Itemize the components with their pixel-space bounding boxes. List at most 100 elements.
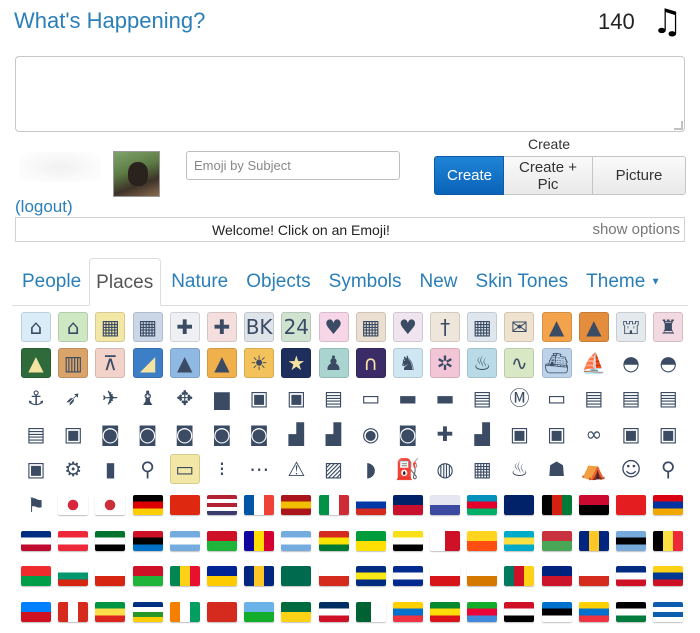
- emoji-anchor-icon[interactable]: ⚓: [21, 383, 51, 414]
- tab-people[interactable]: People: [12, 271, 89, 305]
- emoji-monorail-icon[interactable]: ▭: [541, 383, 572, 414]
- emoji-european-castle-icon[interactable]: ♜: [653, 312, 684, 342]
- emoji-hospital-icon[interactable]: ✚: [169, 312, 200, 342]
- emoji-flag-dj-icon[interactable]: [244, 601, 275, 622]
- emoji-police-car-icon[interactable]: ◙: [392, 418, 423, 449]
- emoji-ambulance-icon[interactable]: ✚: [430, 418, 461, 449]
- emoji-red-car-icon[interactable]: ◙: [169, 418, 200, 449]
- tab-new[interactable]: New: [410, 271, 466, 305]
- emoji-ferris-wheel-icon[interactable]: ✲: [430, 347, 461, 378]
- tab-places[interactable]: Places: [89, 258, 162, 306]
- emoji-flag-be-icon[interactable]: [653, 530, 684, 551]
- show-options-link[interactable]: show options: [592, 221, 680, 238]
- emoji-flag-ae-icon[interactable]: [95, 530, 126, 551]
- emoji-flag-ao-icon[interactable]: [578, 494, 609, 515]
- emoji-izakaya-lantern-icon[interactable]: ◍: [430, 454, 461, 485]
- emoji-bus-stop-icon[interactable]: ⚲: [132, 454, 163, 485]
- emoji-school-icon[interactable]: ▦: [467, 312, 498, 342]
- emoji-flag-et-icon[interactable]: [430, 601, 461, 622]
- emoji-circus-tent-icon[interactable]: ⛺: [578, 454, 609, 485]
- emoji-flag-ad-icon[interactable]: [244, 530, 275, 551]
- emoji-house-icon[interactable]: ⌂: [21, 312, 51, 342]
- emoji-helicopter-icon[interactable]: ✥: [169, 383, 200, 414]
- tab-nature[interactable]: Nature: [161, 271, 236, 305]
- emoji-construction-icon[interactable]: ▨: [318, 454, 349, 485]
- emoji-tram-icon[interactable]: ▣: [244, 383, 275, 414]
- emoji-tent-icon[interactable]: ▲: [21, 347, 51, 378]
- emoji-flag-ca-alt-icon[interactable]: [318, 566, 349, 587]
- emoji-delivery-truck-icon[interactable]: ▟: [318, 418, 349, 449]
- emoji-flag-at-icon[interactable]: [58, 530, 89, 551]
- emoji-flag-bi2-icon[interactable]: [132, 566, 163, 587]
- emoji-flag-ca-icon[interactable]: [58, 601, 89, 622]
- emoji-store-24-icon[interactable]: 24: [281, 312, 312, 342]
- emoji-sunrise-mountains-icon[interactable]: ▲: [206, 347, 237, 378]
- emoji-vertical-traffic-light-icon[interactable]: ⁝: [206, 454, 237, 485]
- emoji-police-light-icon[interactable]: ◉: [355, 418, 386, 449]
- emoji-fountain-icon[interactable]: ♨: [467, 347, 498, 378]
- emoji-flag-us-icon[interactable]: [206, 494, 237, 515]
- emoji-statue-of-liberty-icon[interactable]: ♟: [318, 347, 349, 378]
- emoji-ship-icon[interactable]: ⛴: [541, 347, 572, 378]
- emoji-subject-search-input[interactable]: [186, 151, 400, 180]
- emoji-clinic-icon[interactable]: ✚: [206, 312, 237, 342]
- emoji-flag-ag-icon[interactable]: [132, 530, 163, 551]
- emoji-flag-er-icon[interactable]: [467, 601, 498, 622]
- emoji-carousel-horse-icon[interactable]: ♞: [392, 347, 423, 378]
- emoji-flag-bf-icon[interactable]: [21, 566, 51, 587]
- emoji-flag-bb2-icon[interactable]: [244, 566, 275, 587]
- emoji-flag-cz-icon[interactable]: [430, 566, 461, 587]
- create-pic-button[interactable]: Create + Pic: [504, 156, 593, 195]
- picture-button[interactable]: Picture: [593, 156, 686, 195]
- emoji-factory-icon[interactable]: ▥: [58, 347, 89, 378]
- emoji-flag-bn-icon[interactable]: [392, 530, 423, 551]
- emoji-mountain-cableway-icon[interactable]: ▣: [653, 418, 684, 449]
- emoji-bicycle-icon[interactable]: ∞: [578, 418, 609, 449]
- emoji-flag-cd-icon[interactable]: [21, 601, 51, 622]
- emoji-rowboat-icon[interactable]: ◓: [653, 347, 684, 378]
- emoji-fuel-pump-icon[interactable]: ⛽: [392, 454, 423, 485]
- emoji-flag-cr-icon[interactable]: [616, 566, 646, 587]
- emoji-flag-nz-icon[interactable]: [541, 566, 572, 587]
- emoji-flag-as-icon[interactable]: [21, 530, 51, 551]
- emoji-tractor-icon[interactable]: ⚙: [58, 454, 89, 485]
- emoji-tokyo-tower-icon[interactable]: ⊼: [95, 347, 126, 378]
- emoji-flag-af-icon[interactable]: [541, 494, 572, 515]
- emoji-hot-springs-icon[interactable]: ♨: [504, 454, 535, 485]
- emoji-church-icon[interactable]: †: [430, 312, 461, 342]
- music-note-icon[interactable]: ♫: [652, 2, 682, 42]
- emoji-station-icon[interactable]: ▣: [281, 383, 312, 414]
- tab-theme[interactable]: Theme ▼: [576, 271, 668, 305]
- emoji-flag-au-icon[interactable]: [504, 494, 535, 515]
- emoji-airplane-icon[interactable]: ✈: [95, 383, 126, 414]
- emoji-tram-car-icon[interactable]: ▤: [616, 383, 646, 414]
- emoji-flag-es-icon[interactable]: [281, 494, 312, 515]
- emoji-van-icon[interactable]: ▣: [541, 418, 572, 449]
- emoji-post-office-icon[interactable]: ✉: [504, 312, 535, 342]
- emoji-flag-bw-icon[interactable]: [616, 530, 646, 551]
- emoji-railway-car-icon[interactable]: ▤: [578, 383, 609, 414]
- emoji-sunrise-icon[interactable]: ☀: [244, 347, 275, 378]
- emoji-flag-by-icon[interactable]: [541, 530, 572, 551]
- emoji-oncoming-car-icon[interactable]: ◙: [132, 418, 163, 449]
- emoji-bus-icon[interactable]: ▤: [653, 383, 684, 414]
- emoji-bank-icon[interactable]: BK: [244, 312, 275, 342]
- emoji-sailboat-icon[interactable]: ⛵: [578, 347, 609, 378]
- logout-link[interactable]: (logout): [15, 197, 73, 217]
- emoji-bullet-train-icon[interactable]: ▬: [430, 383, 461, 414]
- emoji-traffic-light-icon[interactable]: ⋯: [244, 454, 275, 485]
- emoji-flag-de-icon[interactable]: [132, 494, 163, 515]
- emoji-flag-do-icon[interactable]: [318, 601, 349, 622]
- emoji-flag-br-icon[interactable]: [355, 530, 386, 551]
- emoji-flag-ec2-icon[interactable]: [578, 601, 609, 622]
- compose-textarea[interactable]: [15, 56, 685, 132]
- emoji-flag-bg-icon[interactable]: [58, 566, 89, 587]
- emoji-flag-ar-alt-icon[interactable]: [169, 530, 200, 551]
- emoji-beginner-icon[interactable]: ◗: [355, 454, 386, 485]
- emoji-flag-ci-icon[interactable]: [169, 601, 200, 622]
- emoji-flag-ee-icon[interactable]: [541, 601, 572, 622]
- emoji-sunset-city-icon[interactable]: ▲: [541, 312, 572, 342]
- emoji-triangular-flag-icon[interactable]: ⚑: [21, 489, 51, 520]
- emoji-flag-bs-icon[interactable]: [504, 530, 535, 551]
- emoji-flag-ba-icon[interactable]: [206, 566, 237, 587]
